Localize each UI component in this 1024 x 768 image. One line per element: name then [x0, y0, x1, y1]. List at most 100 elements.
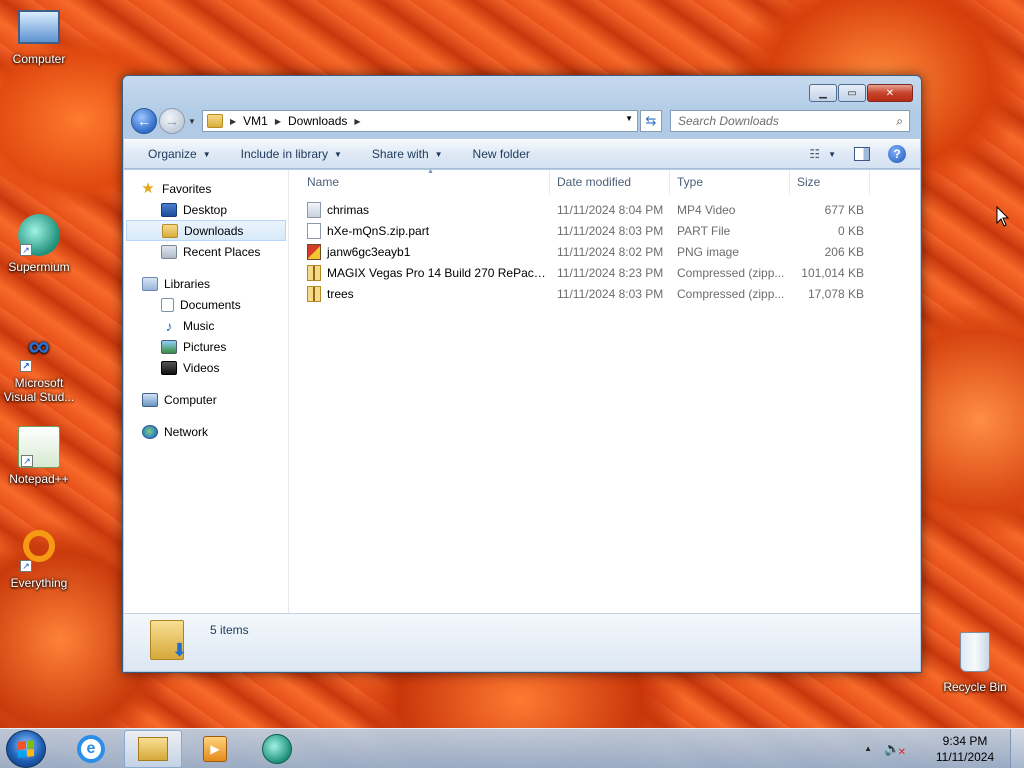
item-count: 5 items: [210, 623, 249, 637]
download-arrow-icon: ⬇: [171, 640, 187, 660]
chevron-down-icon: ▼: [828, 149, 836, 159]
chevron-down-icon: ▼: [434, 149, 443, 159]
column-header-size[interactable]: Size: [790, 169, 870, 194]
desktop-icon-label: Notepad++: [9, 472, 69, 486]
mouse-cursor-icon: [996, 206, 1010, 227]
nav-item-recent-places[interactable]: Recent Places: [124, 241, 288, 262]
music-icon: ♪: [165, 317, 173, 334]
taskbar-internet-explorer[interactable]: e: [62, 730, 120, 768]
desktop-icon-computer[interactable]: Computer: [1, 10, 77, 66]
command-bar: Organize ▼ Include in library ▼ Share with…: [124, 139, 920, 169]
column-header-name[interactable]: Name: [289, 169, 550, 194]
shortcut-arrow-icon: ↗: [20, 244, 32, 256]
nav-item-computer[interactable]: Computer: [124, 389, 288, 410]
close-button[interactable]: ✕: [867, 84, 913, 102]
column-header-date-modified[interactable]: Date modified: [550, 169, 670, 194]
include-in-library-label: Include in library: [240, 147, 328, 161]
desktop-icon-everything[interactable]: ↗ Everything: [1, 530, 77, 590]
desktop-icon-label: Microsoft Visual Stud...: [3, 376, 75, 404]
back-button[interactable]: ←: [131, 108, 157, 134]
file-name: janw6gc3eayb1: [327, 244, 411, 259]
search-placeholder: Search Downloads: [678, 114, 779, 128]
show-hidden-icons-button[interactable]: ▲: [864, 744, 872, 753]
taskbar: e ▶ ▲ 🔈 ✕ 9:34 PM 11/11/2024: [0, 728, 1024, 768]
volume-muted-icon[interactable]: 🔈 ✕: [884, 741, 906, 758]
nav-item-desktop[interactable]: Desktop: [124, 199, 288, 220]
nav-item-videos[interactable]: Videos: [124, 357, 288, 378]
visual-studio-icon: ∞ ↗: [18, 330, 60, 372]
file-row[interactable]: hXe-mQnS.zip.part 11/11/2024 8:03 PM PAR…: [289, 220, 920, 241]
file-row[interactable]: janw6gc3eayb1 11/11/2024 8:02 PM PNG ima…: [289, 241, 920, 262]
preview-pane-button[interactable]: [854, 147, 870, 161]
column-header-type[interactable]: Type: [670, 169, 790, 194]
share-with-label: Share with: [371, 147, 429, 161]
clock[interactable]: 9:34 PM 11/11/2024: [926, 733, 1004, 765]
file-size: 101,014 KB: [801, 265, 864, 280]
file-row[interactable]: trees 11/11/2024 8:03 PM Compressed (zip…: [289, 283, 920, 304]
share-with-button[interactable]: Share with ▼: [354, 147, 455, 161]
new-folder-button[interactable]: New folder: [455, 147, 542, 161]
internet-explorer-icon: e: [77, 734, 105, 763]
supermium-icon: [262, 733, 292, 764]
computer-icon: [142, 392, 158, 407]
taskbar-windows-explorer[interactable]: [124, 729, 182, 768]
desktop-icon-notepad-plus-plus[interactable]: ↗ Notepad++: [1, 426, 77, 486]
help-button[interactable]: ?: [888, 145, 906, 163]
file-row[interactable]: chrimas 11/11/2024 8:04 PM MP4 Video 677…: [289, 199, 920, 220]
file-name: trees: [327, 286, 354, 301]
file-date: 11/11/2024 8:03 PM: [557, 286, 664, 301]
address-dropdown-icon[interactable]: ▼: [625, 114, 633, 123]
show-desktop-button[interactable]: [1010, 728, 1024, 768]
minimize-icon: ▁: [819, 87, 827, 99]
nav-item-network[interactable]: Network: [124, 421, 288, 442]
breadcrumb-vm1[interactable]: VM1: [239, 114, 272, 128]
navigation-pane: ★ Favorites Desktop Downloads Recent Plac…: [124, 170, 289, 613]
column-label: Date modified: [557, 174, 632, 189]
column-label: Size: [797, 174, 821, 189]
organize-button[interactable]: Organize ▼: [136, 147, 223, 161]
taskbar-supermium[interactable]: [248, 730, 306, 768]
change-view-button[interactable]: ☷ ▼: [809, 147, 836, 161]
file-size: 206 KB: [824, 244, 864, 259]
explorer-window: ▁ ▭ ✕ ← → ▼ ▶ VM1 ▶ Downloads ▶ ▼ ⇆ Sear…: [122, 75, 922, 673]
search-input[interactable]: Search Downloads ⌕: [670, 110, 910, 132]
notepad-plus-plus-icon: ↗: [18, 426, 60, 468]
nav-item-music[interactable]: ♪ Music: [124, 315, 288, 336]
zip-folder-icon: [307, 285, 321, 302]
nav-item-downloads[interactable]: Downloads: [126, 220, 286, 241]
nav-item-pictures[interactable]: Pictures: [124, 336, 288, 357]
breadcrumb-separator-icon[interactable]: ▶: [351, 117, 363, 126]
search-icon[interactable]: ⌕: [896, 114, 903, 129]
taskbar-media-player[interactable]: ▶: [186, 730, 244, 768]
address-bar[interactable]: ▶ VM1 ▶ Downloads ▶ ▼: [202, 110, 638, 132]
shortcut-arrow-icon: ↗: [20, 560, 32, 572]
include-in-library-button[interactable]: Include in library ▼: [223, 147, 354, 161]
breadcrumb-separator-icon[interactable]: ▶: [272, 117, 284, 126]
nav-item-documents[interactable]: Documents: [124, 294, 288, 315]
forward-button[interactable]: →: [159, 108, 185, 134]
nav-label: Network: [164, 424, 209, 439]
desktop-icon-visual-studio[interactable]: ∞ ↗ Microsoft Visual Stud...: [1, 330, 77, 404]
maximize-button[interactable]: ▭: [838, 84, 866, 102]
refresh-button[interactable]: ⇆: [640, 110, 662, 132]
nav-item-libraries[interactable]: Libraries: [124, 273, 288, 294]
back-arrow-icon: ←: [137, 113, 151, 129]
file-size: 17,078 KB: [807, 286, 864, 301]
windows-explorer-icon: [138, 736, 168, 761]
desktop-icon-supermium[interactable]: ↗ Supermium: [1, 214, 77, 274]
videos-icon: [161, 360, 177, 375]
recent-pages-dropdown[interactable]: ▼: [188, 117, 198, 126]
desktop-icon-recycle-bin[interactable]: Recycle Bin: [937, 632, 1013, 694]
file-date: 11/11/2024 8:03 PM: [557, 223, 664, 238]
nav-label: Videos: [183, 360, 220, 375]
breadcrumb-separator-icon[interactable]: ▶: [227, 117, 239, 126]
start-button[interactable]: [6, 729, 46, 768]
breadcrumb-downloads[interactable]: Downloads: [284, 114, 351, 128]
star-icon: ★: [141, 179, 155, 197]
file-row[interactable]: MAGIX Vegas Pro 14 Build 270 RePack by..…: [289, 262, 920, 283]
minimize-button[interactable]: ▁: [809, 84, 837, 102]
new-folder-label: New folder: [472, 147, 530, 161]
view-details-icon: ☷: [809, 147, 821, 161]
nav-item-favorites[interactable]: ★ Favorites: [124, 178, 288, 199]
chevron-down-icon: ▼: [334, 149, 342, 159]
